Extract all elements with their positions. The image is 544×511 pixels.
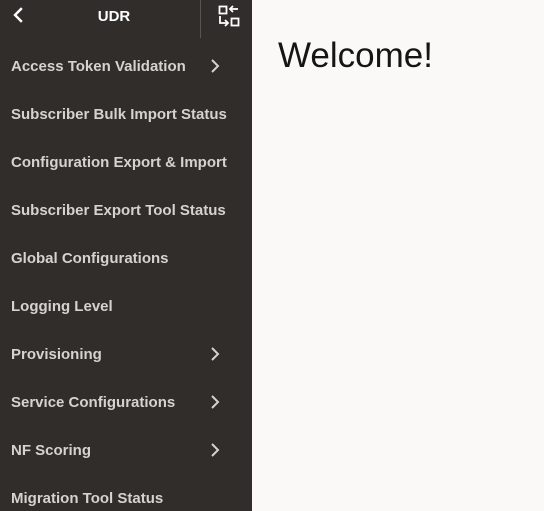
welcome-heading: Welcome! (278, 36, 433, 75)
sidebar-item[interactable]: Configuration Export & Import (0, 138, 252, 186)
sidebar-item[interactable]: Access Token Validation (0, 42, 252, 90)
sidebar-item-label: NF Scoring (11, 441, 92, 459)
sidebar-item[interactable]: Subscriber Export Tool Status (0, 186, 252, 234)
app-window: UDR Access Token Validation Subscriber B… (0, 0, 544, 511)
sidebar-item-label: Migration Tool Status (11, 489, 164, 507)
sidebar-item-label: Logging Level (11, 297, 113, 315)
sidebar-item[interactable]: Subscriber Bulk Import Status (0, 90, 252, 138)
sidebar-item-label: Service Configurations (11, 393, 176, 411)
sidebar-item[interactable]: NF Scoring (0, 426, 252, 474)
sidebar-item-label: Subscriber Bulk Import Status (11, 105, 227, 123)
sidebar-item-label: Access Token Validation (11, 57, 186, 75)
sidebar-item-label: Configuration Export & Import (11, 153, 227, 171)
switch-view-button[interactable] (214, 3, 244, 33)
sidebar-item[interactable]: Migration Tool Status (0, 474, 252, 511)
sidebar-item-label: Global Configurations (11, 249, 169, 267)
chevron-right-icon (208, 58, 222, 74)
sidebar-item-label: Subscriber Export Tool Status (11, 201, 226, 219)
main-content: Welcome! (252, 0, 544, 511)
sidebar-item[interactable]: Provisioning (0, 330, 252, 378)
chevron-right-icon (208, 394, 222, 410)
chevron-left-icon (11, 6, 25, 28)
sidebar-item-label: Provisioning (11, 345, 102, 363)
header-divider (200, 0, 201, 38)
sidebar-item[interactable]: Global Configurations (0, 234, 252, 282)
chevron-right-icon (208, 442, 222, 458)
sidebar-header: UDR (0, 0, 252, 38)
back-button[interactable] (6, 5, 30, 29)
nav-list: Access Token Validation Subscriber Bulk I… (0, 42, 252, 511)
switch-view-icon (217, 4, 241, 33)
sidebar-item[interactable]: Service Configurations (0, 378, 252, 426)
sidebar: UDR Access Token Validation Subscriber B… (0, 0, 252, 511)
sidebar-item[interactable]: Logging Level (0, 282, 252, 330)
header-title: UDR (97, 8, 131, 25)
chevron-right-icon (208, 346, 222, 362)
